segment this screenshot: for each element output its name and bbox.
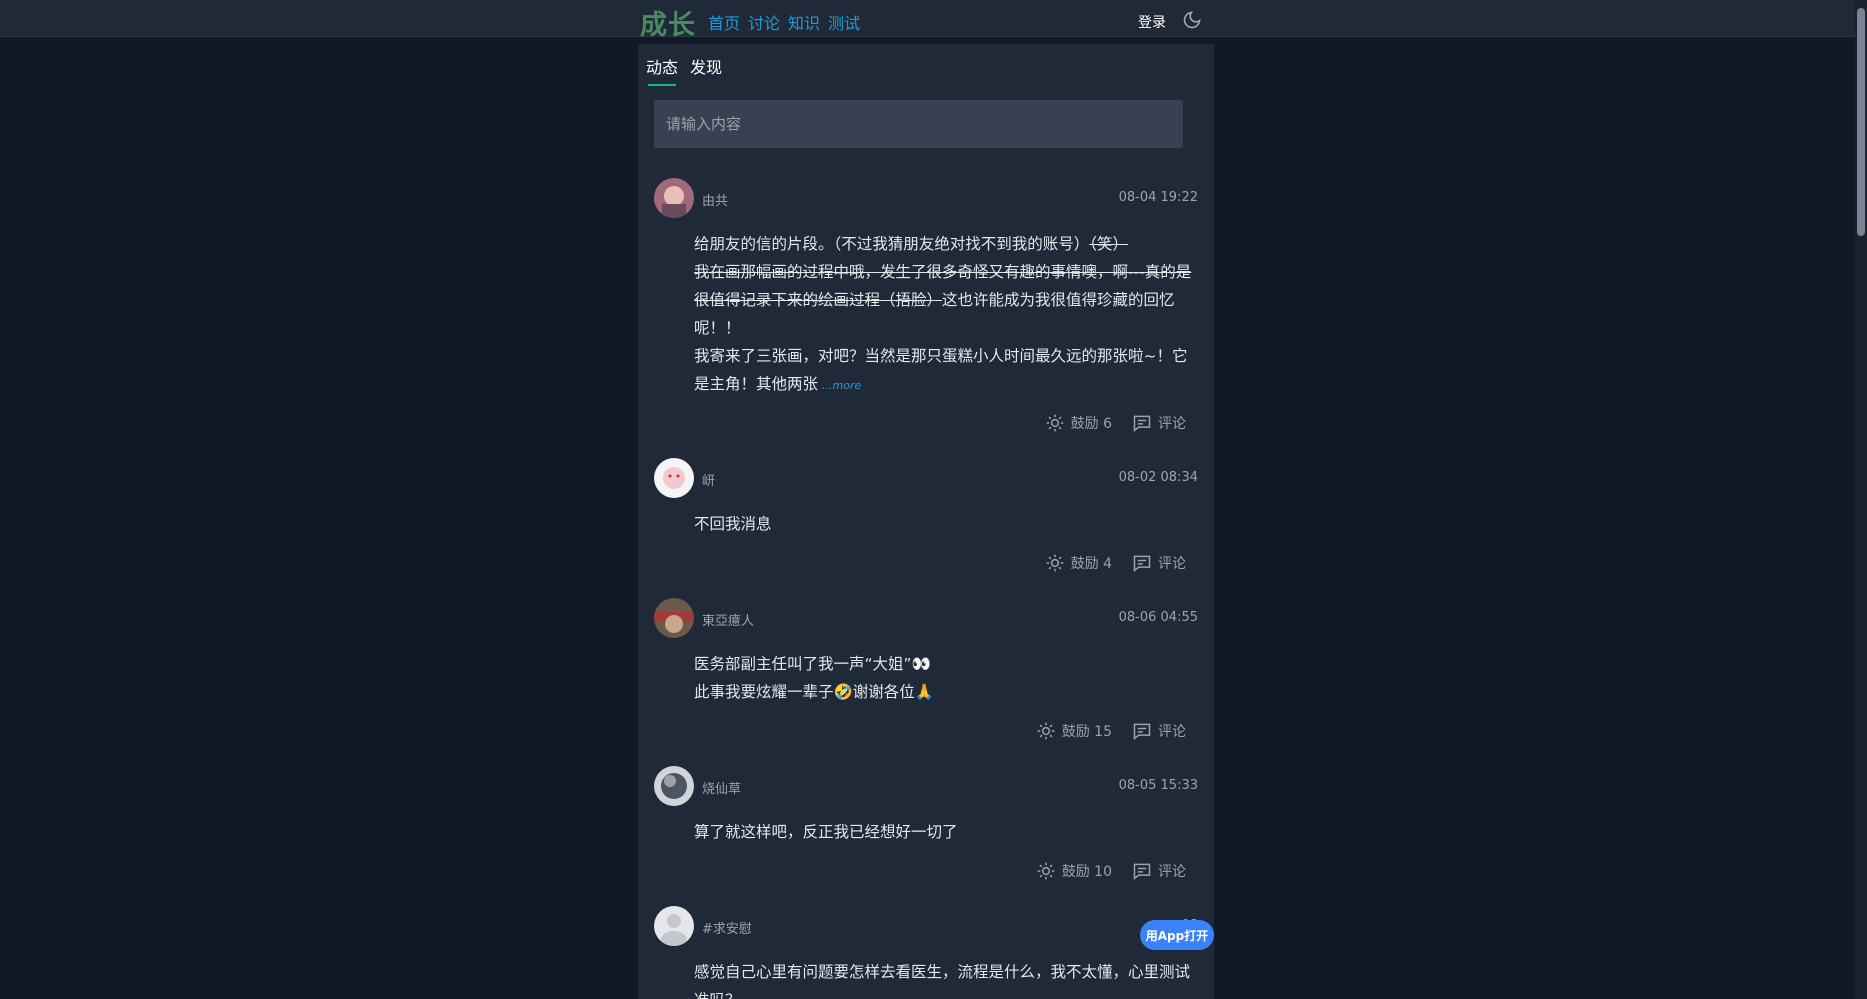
moon-icon[interactable] bbox=[1182, 10, 1202, 30]
tab-discover[interactable]: 发现 bbox=[690, 54, 722, 86]
cheer-count: 鼓励 15 bbox=[1061, 724, 1112, 740]
main-nav: 首页 讨论 知识 测试 bbox=[708, 10, 860, 34]
comment-label: 评论 bbox=[1158, 416, 1186, 432]
nav-knowledge[interactable]: 知识 bbox=[788, 10, 820, 34]
comment-icon bbox=[1133, 723, 1151, 741]
post-text-strike: （笑） bbox=[1089, 235, 1129, 253]
cheer-button[interactable]: 鼓励 15 bbox=[1036, 721, 1112, 741]
post-username[interactable]: #求安慰 bbox=[702, 918, 752, 937]
search-input[interactable] bbox=[654, 100, 1183, 148]
scrollbar[interactable] bbox=[1855, 0, 1867, 999]
nav-test[interactable]: 测试 bbox=[828, 10, 860, 34]
comment-label: 评论 bbox=[1158, 724, 1186, 740]
sun-icon bbox=[1046, 414, 1063, 432]
comment-button[interactable]: 评论 bbox=[1132, 861, 1186, 881]
post-username[interactable]: 由共 bbox=[702, 190, 728, 209]
comment-icon bbox=[1133, 863, 1151, 881]
feed-post: 岍 08-02 08:34 不回我消息 鼓励 4 评论 bbox=[654, 458, 1198, 573]
post-time: 08-04 19:22 bbox=[1118, 190, 1198, 205]
comment-button[interactable]: 评论 bbox=[1132, 553, 1186, 573]
post-time: 08-06 04:55 bbox=[1118, 610, 1198, 625]
post-username[interactable]: 岍 bbox=[702, 470, 715, 489]
top-bar-inner: 成长 首页 讨论 知识 测试 登录 bbox=[640, 0, 1215, 41]
cheer-count: 鼓励 4 bbox=[1070, 556, 1112, 572]
comment-button[interactable]: 评论 bbox=[1132, 413, 1186, 433]
post-content[interactable]: 医务部副主任叫了我一声“大姐”👀 此事我要炫耀一辈子🤣谢谢各位🙏 bbox=[694, 650, 1196, 706]
cheer-button[interactable]: 鼓励 4 bbox=[1045, 553, 1112, 573]
post-time: 08-02 08:34 bbox=[1118, 470, 1198, 485]
post-username[interactable]: 東亞癔人 bbox=[702, 610, 754, 629]
post-actions: 鼓励 10 评论 bbox=[1036, 861, 1186, 881]
cheer-count: 鼓励 10 bbox=[1061, 864, 1112, 880]
post-content[interactable]: 给朋友的信的片段。（不过我猜朋友绝对找不到我的账号）（笑） 我在画那幅画的过程中… bbox=[694, 230, 1196, 400]
post-content[interactable]: 算了就这样吧，反正我已经想好一切了 bbox=[694, 818, 1196, 846]
open-in-app-button[interactable]: 用App打开 bbox=[1140, 920, 1214, 950]
avatar[interactable] bbox=[654, 906, 694, 946]
nav-home[interactable]: 首页 bbox=[708, 10, 740, 34]
top-bar: 成长 首页 讨论 知识 测试 登录 bbox=[0, 0, 1855, 41]
feed-post: 東亞癔人 08-06 04:55 医务部副主任叫了我一声“大姐”👀 此事我要炫耀… bbox=[654, 598, 1198, 741]
feed-post: 由共 08-04 19:22 给朋友的信的片段。（不过我猜朋友绝对找不到我的账号… bbox=[654, 178, 1198, 433]
post-text: 算了就这样吧，反正我已经想好一切了 bbox=[694, 823, 958, 841]
feed-panel: 动态 发现 由共 08-04 19:22 给朋友的信的片段。（不过我猜朋友绝对找… bbox=[638, 44, 1214, 999]
post-text: 给朋友的信的片段。（不过我猜朋友绝对找不到我的账号） bbox=[694, 235, 1090, 253]
avatar[interactable] bbox=[654, 178, 694, 218]
comment-label: 评论 bbox=[1158, 864, 1186, 880]
scrollbar-thumb[interactable] bbox=[1857, 8, 1865, 236]
feed-post: #求安慰 08 感觉自己心里有问题要怎样去看医生，流程是什么，我不太懂，心里测试… bbox=[654, 906, 1198, 999]
post-content[interactable]: 感觉自己心里有问题要怎样去看医生，流程是什么，我不太懂，心里测试准吗？ bbox=[694, 958, 1196, 999]
nav-discussion[interactable]: 讨论 bbox=[748, 10, 780, 34]
post-text: 医务部副主任叫了我一声“大姐”👀 bbox=[694, 655, 931, 673]
more-link[interactable]: ...more bbox=[822, 379, 861, 392]
comment-icon bbox=[1133, 555, 1151, 573]
cheer-count: 鼓励 6 bbox=[1070, 416, 1112, 432]
post-actions: 鼓励 6 评论 bbox=[1045, 413, 1186, 433]
comment-icon bbox=[1133, 415, 1151, 433]
tab-activity[interactable]: 动态 bbox=[646, 54, 678, 86]
comment-button[interactable]: 评论 bbox=[1132, 721, 1186, 741]
sun-icon bbox=[1037, 722, 1055, 740]
post-text: 感觉自己心里有问题要怎样去看医生，流程是什么，我不太懂，心里测试准吗？ bbox=[694, 963, 1191, 999]
sun-icon bbox=[1037, 862, 1055, 880]
feed-tabs: 动态 发现 bbox=[646, 54, 722, 86]
post-username[interactable]: 烧仙草 bbox=[702, 778, 741, 797]
post-text: 此事我要炫耀一辈子🤣谢谢各位🙏 bbox=[694, 683, 935, 701]
post-time: 08-05 15:33 bbox=[1118, 778, 1198, 793]
post-actions: 鼓励 4 评论 bbox=[1045, 553, 1186, 573]
cheer-button[interactable]: 鼓励 6 bbox=[1045, 413, 1112, 433]
site-logo[interactable]: 成长 bbox=[640, 3, 696, 42]
post-content[interactable]: 不回我消息 bbox=[694, 510, 1196, 538]
post-text: 我寄来了三张画，对吧？当然是那只蛋糕小人时间最久远的那张啦~！它是主角！其他两张 bbox=[694, 347, 1188, 393]
feed-post: 烧仙草 08-05 15:33 算了就这样吧，反正我已经想好一切了 鼓励 10 … bbox=[654, 766, 1198, 881]
cheer-button[interactable]: 鼓励 10 bbox=[1036, 861, 1112, 881]
comment-label: 评论 bbox=[1158, 556, 1186, 572]
avatar[interactable] bbox=[654, 598, 694, 638]
post-text: 不回我消息 bbox=[694, 515, 772, 533]
avatar[interactable] bbox=[654, 458, 694, 498]
avatar[interactable] bbox=[654, 766, 694, 806]
post-actions: 鼓励 15 评论 bbox=[1036, 721, 1186, 741]
sun-icon bbox=[1046, 554, 1063, 572]
login-button[interactable]: 登录 bbox=[1138, 12, 1166, 32]
